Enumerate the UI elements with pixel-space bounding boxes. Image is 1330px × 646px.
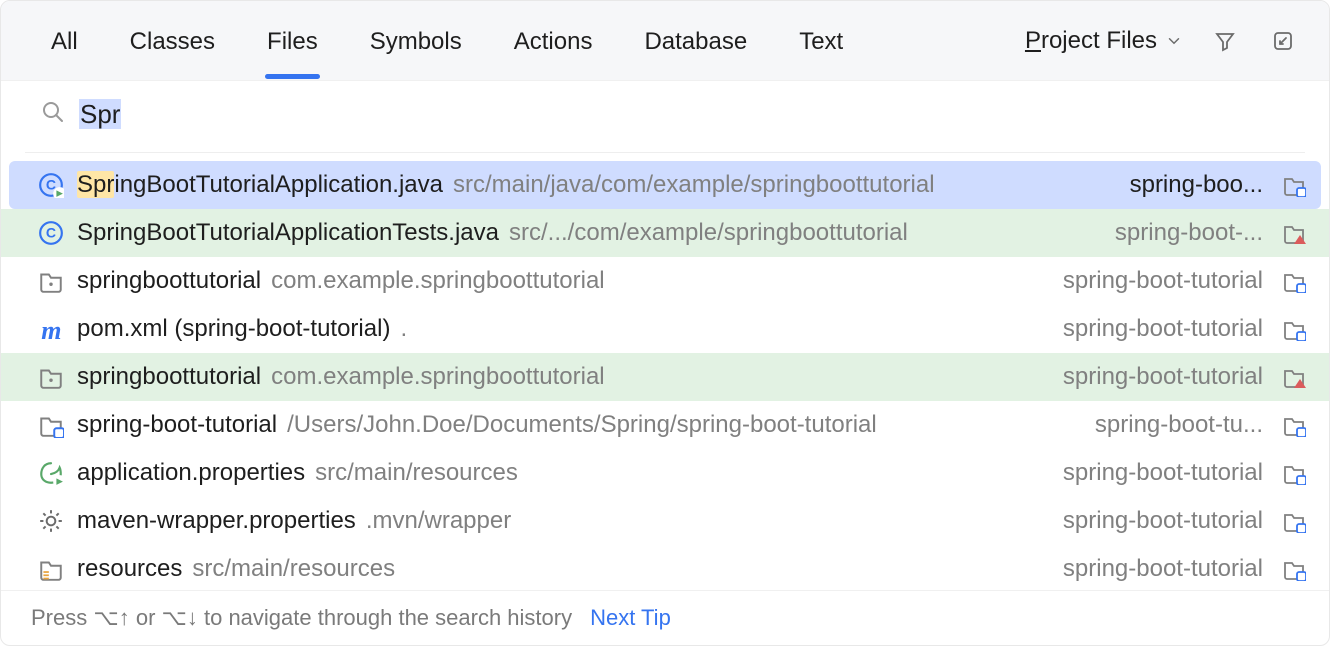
result-name: spring-boot-tutorial: [77, 411, 277, 439]
result-row[interactable]: pom.xml (spring-boot-tutorial). spring-bo…: [1, 305, 1329, 353]
spring-icon: [37, 459, 65, 487]
kbd-next: ⌥↓: [162, 605, 198, 631]
search-icon: [41, 100, 65, 130]
folder-resources-icon: [37, 555, 65, 583]
result-main: SpringBootTutorialApplication.java src/ma…: [77, 171, 1108, 199]
folder-test-icon: [1281, 220, 1307, 246]
folder-icon: [37, 363, 65, 391]
maven-icon: [37, 315, 65, 343]
result-main: SpringBootTutorialApplicationTests.java s…: [77, 219, 1093, 247]
result-path: src/.../com/example/springboottutorial: [509, 219, 908, 247]
tab-symbols[interactable]: Symbols: [370, 6, 462, 76]
scope-mnemonic: P: [1025, 27, 1041, 54]
filter-icon[interactable]: [1209, 25, 1241, 57]
result-module: spring-boot-tutorial: [1053, 507, 1263, 535]
result-row[interactable]: maven-wrapper.properties .mvn/wrapper spri…: [1, 497, 1329, 545]
result-path: .: [400, 315, 407, 343]
result-name: pom.xml (spring-boot-tutorial): [77, 315, 390, 343]
folder-module-icon: [37, 411, 65, 439]
result-path: src/main/java/com/example/springboottuto…: [453, 171, 935, 199]
folder-test-icon: [1281, 364, 1307, 390]
result-main: resources src/main/resources: [77, 555, 1041, 583]
search-everywhere-popup: All Classes Files Symbols Actions Databa…: [0, 0, 1330, 646]
result-row[interactable]: springboottutorial com.example.springboot…: [1, 257, 1329, 305]
result-name: SpringBootTutorialApplicationTests.java: [77, 219, 499, 247]
result-main: maven-wrapper.properties .mvn/wrapper: [77, 507, 1041, 535]
results-list: SpringBootTutorialApplication.java src/ma…: [1, 161, 1329, 590]
chevron-down-icon: [1165, 32, 1183, 50]
result-row[interactable]: springboottutorial com.example.springboot…: [1, 353, 1329, 401]
result-path: com.example.springboottutorial: [271, 267, 605, 295]
result-module: spring-boot-tutorial: [1053, 555, 1263, 583]
kbd-prev: ⌥↑: [93, 605, 129, 631]
tabs: All Classes Files Symbols Actions Databa…: [51, 6, 985, 76]
divider: [25, 152, 1305, 153]
result-row[interactable]: SpringBootTutorialApplication.java src/ma…: [9, 161, 1321, 209]
folder-module-icon: [1281, 412, 1307, 438]
result-name: SpringBootTutorialApplication.java: [77, 171, 443, 199]
result-module: spring-boot-tutorial: [1053, 315, 1263, 343]
tab-actions[interactable]: Actions: [514, 6, 593, 76]
tab-classes[interactable]: Classes: [130, 6, 215, 76]
result-module: spring-boot-tutorial: [1053, 267, 1263, 295]
result-row[interactable]: application.properties src/main/resources…: [1, 449, 1329, 497]
tab-all[interactable]: All: [51, 6, 78, 76]
result-path: com.example.springboottutorial: [271, 363, 605, 391]
result-module: spring-boo...: [1120, 171, 1263, 199]
result-main: springboottutorial com.example.springboot…: [77, 267, 1041, 295]
search-row: Spr: [1, 81, 1329, 148]
search-input[interactable]: Spr: [79, 99, 1305, 130]
tab-bar-right: Project Files: [1025, 25, 1299, 57]
footer-tip: Press ⌥↑ or ⌥↓ to navigate through the s…: [1, 590, 1329, 645]
tab-text[interactable]: Text: [799, 6, 843, 76]
gear-icon: [37, 507, 65, 535]
open-in-tool-window-icon[interactable]: [1267, 25, 1299, 57]
scope-label: roject Files: [1041, 27, 1157, 54]
next-tip-link[interactable]: Next Tip: [590, 605, 671, 631]
result-path: .mvn/wrapper: [366, 507, 511, 535]
scope-dropdown[interactable]: Project Files: [1025, 27, 1183, 55]
folder-module-icon: [1281, 268, 1307, 294]
folder-module-icon: [1281, 316, 1307, 342]
folder-module-icon: [1281, 460, 1307, 486]
result-module: spring-boot-tutorial: [1053, 363, 1263, 391]
result-main: springboottutorial com.example.springboot…: [77, 363, 1041, 391]
result-row[interactable]: resources src/main/resources spring-boot-t…: [1, 545, 1329, 590]
result-row[interactable]: SpringBootTutorialApplicationTests.java s…: [1, 209, 1329, 257]
result-path: /Users/John.Doe/Documents/Spring/spring-…: [287, 411, 877, 439]
tab-bar: All Classes Files Symbols Actions Databa…: [1, 1, 1329, 81]
result-name: springboottutorial: [77, 363, 261, 391]
folder-module-icon: [1281, 172, 1307, 198]
folder-module-icon: [1281, 556, 1307, 582]
tab-files[interactable]: Files: [267, 6, 318, 76]
result-module: spring-boot-...: [1105, 219, 1263, 247]
result-main: application.properties src/main/resources: [77, 459, 1041, 487]
search-query-text: Spr: [79, 99, 121, 129]
result-path: src/main/resources: [315, 459, 518, 487]
result-name: maven-wrapper.properties: [77, 507, 356, 535]
class-icon: [37, 219, 65, 247]
footer-text: Press ⌥↑ or ⌥↓ to navigate through the s…: [31, 605, 572, 631]
folder-icon: [37, 267, 65, 295]
result-module: spring-boot-tutorial: [1053, 459, 1263, 487]
tab-database[interactable]: Database: [644, 6, 747, 76]
result-path: src/main/resources: [192, 555, 395, 583]
result-name: resources: [77, 555, 182, 583]
result-main: spring-boot-tutorial/Users/John.Doe/Docu…: [77, 411, 1073, 439]
result-main: pom.xml (spring-boot-tutorial).: [77, 315, 1041, 343]
folder-module-icon: [1281, 508, 1307, 534]
result-row[interactable]: spring-boot-tutorial/Users/John.Doe/Docu…: [1, 401, 1329, 449]
class-run-icon: [37, 171, 65, 199]
result-name: application.properties: [77, 459, 305, 487]
result-module: spring-boot-tu...: [1085, 411, 1263, 439]
result-name: springboottutorial: [77, 267, 261, 295]
